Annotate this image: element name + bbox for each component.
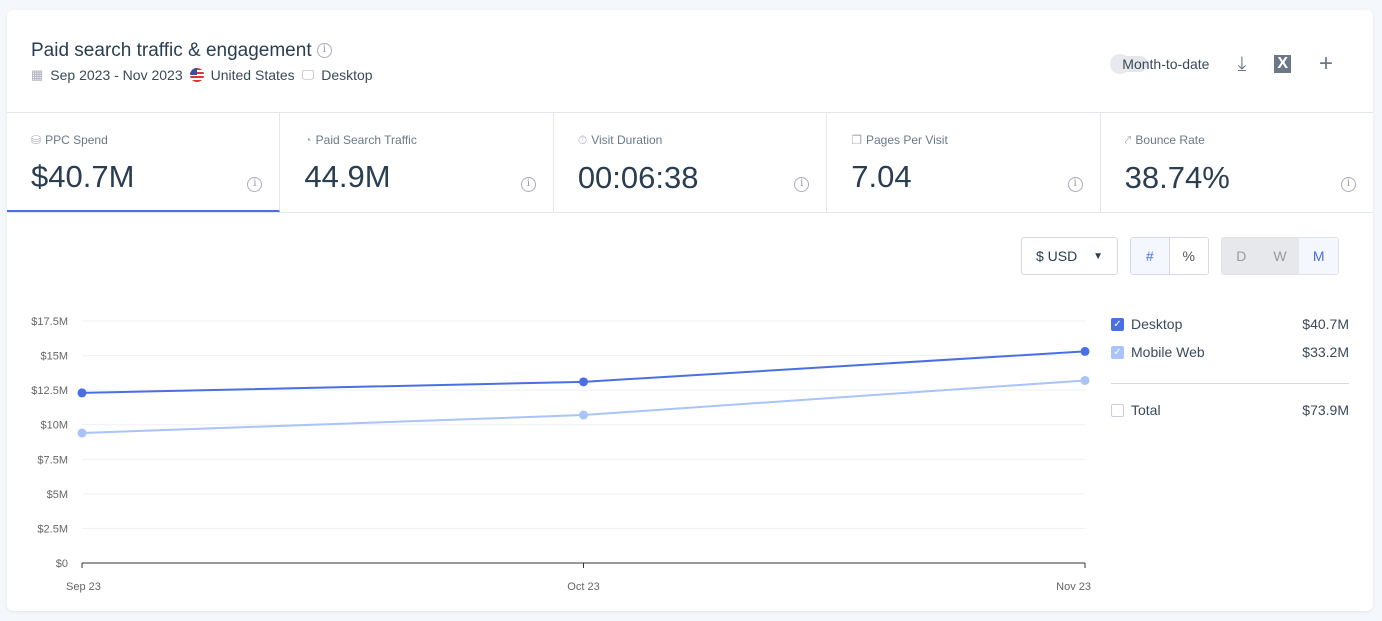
kpi-ppc-spend[interactable]: ⛁ PPC Spend $40.7M i	[7, 113, 281, 212]
legend-divider	[1111, 383, 1349, 384]
checkbox-checked-icon[interactable]: ✓	[1111, 345, 1124, 359]
legend: ✓ Desktop $40.7M ✓ Mobile Web $33.2M Total $7…	[1111, 310, 1349, 424]
kpi-label: Visit Duration	[591, 133, 663, 147]
date-range: Sep 2023 - Nov 2023	[50, 67, 183, 83]
granularity-day-button[interactable]: D	[1222, 238, 1261, 274]
kpi-label: Pages Per Visit	[865, 133, 948, 147]
calendar-icon: ▦	[31, 67, 44, 82]
country: United States	[210, 67, 295, 83]
data-point[interactable]	[1080, 346, 1090, 356]
kpi-label: Paid Search Traffic	[315, 133, 417, 147]
granularity-month-button[interactable]: M	[1299, 238, 1339, 274]
caret-down-icon: ▼	[1093, 250, 1103, 262]
legend-item-mobile-web[interactable]: ✓ Mobile Web $33.2M	[1111, 338, 1349, 366]
info-icon[interactable]: i	[247, 177, 263, 192]
legend-item-total[interactable]: Total $73.9M	[1111, 396, 1349, 424]
granularity-week-button[interactable]: W	[1261, 238, 1300, 274]
y-tick-label: $5M	[47, 489, 68, 501]
line-chart: $0 $2.5M $5M $7.5M $10M $12.5M $15M $17.5M Sep 2…	[31, 316, 1091, 593]
kpi-bounce-rate[interactable]: ⤤ Bounce Rate 38.74% i	[1101, 113, 1373, 212]
kpi-pages-per-visit[interactable]: ❐ Pages Per Visit 7.04 i	[827, 113, 1101, 212]
info-icon[interactable]: i	[1341, 177, 1357, 192]
data-point[interactable]	[77, 388, 87, 398]
info-icon[interactable]: i	[520, 177, 536, 192]
x-tick-label: Sep 23	[66, 581, 101, 593]
data-point[interactable]	[1080, 375, 1090, 385]
coins-icon: ⛁	[31, 133, 42, 147]
y-tick-label: $12.5M	[31, 385, 68, 397]
add-icon[interactable]: +	[1319, 50, 1333, 78]
card-title: Paid search traffic & engagement i	[31, 40, 332, 62]
kpi-value: $40.7M	[31, 159, 135, 194]
y-tick-label: $2.5M	[37, 523, 68, 535]
y-tick-label: $10M	[40, 420, 68, 432]
y-tick-label: $17.5M	[31, 316, 68, 328]
kpi-value: 00:06:38	[577, 160, 699, 195]
y-tick-label: $7.5M	[37, 454, 68, 466]
info-icon[interactable]: i	[316, 43, 332, 59]
data-point[interactable]	[579, 377, 588, 387]
checkbox-checked-icon[interactable]: ✓	[1111, 317, 1124, 331]
currency-dropdown[interactable]: $ USD ▼	[1021, 237, 1118, 275]
data-point[interactable]	[579, 410, 588, 420]
info-icon[interactable]: i	[794, 177, 810, 192]
data-point[interactable]	[77, 428, 87, 438]
kpi-row: ⛁ PPC Spend $40.7M i ◔ Paid Search Traffic 44.…	[7, 112, 1373, 213]
mode-number-button[interactable]: #	[1131, 238, 1170, 274]
info-icon[interactable]: i	[1067, 177, 1083, 192]
x-tick-label: Oct 23	[567, 581, 599, 593]
stopwatch-icon: ⏱	[577, 133, 588, 147]
legend-item-desktop[interactable]: ✓ Desktop $40.7M	[1111, 310, 1349, 338]
y-tick-label: $0	[56, 558, 68, 570]
kpi-label: PPC Spend	[45, 133, 108, 147]
bounce-icon: ⤤	[1124, 133, 1132, 147]
checkbox-unchecked-icon[interactable]	[1111, 403, 1124, 417]
x-tick-label: Nov 23	[1056, 581, 1091, 593]
kpi-visit-duration[interactable]: ⏱ Visit Duration 00:06:38 i	[554, 113, 828, 212]
kpi-paid-search-traffic[interactable]: ◔ Paid Search Traffic 44.9M i	[280, 113, 554, 212]
mode-percent-button[interactable]: %	[1170, 238, 1209, 274]
pie-icon: ◔	[304, 133, 312, 147]
traffic-card: Paid search traffic & engagement i ▦ Sep …	[7, 10, 1373, 611]
kpi-value: 38.74%	[1124, 160, 1230, 195]
month-to-date-toggle[interactable]: Month-to-date	[1110, 54, 1209, 74]
kpi-value: 7.04	[851, 159, 912, 194]
desktop-icon: 🖵	[301, 67, 315, 82]
y-tick-label: $15M	[40, 351, 68, 363]
us-flag-icon	[189, 68, 204, 82]
series-line-desktop	[81, 350, 1086, 394]
excel-icon[interactable]: X	[1274, 55, 1291, 73]
download-icon[interactable]: ⤓	[1237, 53, 1246, 76]
kpi-label: Bounce Rate	[1135, 133, 1205, 147]
filters-summary: ▦ Sep 2023 - Nov 2023 United States 🖵 Desk…	[31, 67, 373, 83]
kpi-value: 44.9M	[304, 159, 391, 194]
device: Desktop	[321, 67, 373, 83]
pages-icon: ❐	[851, 133, 862, 147]
